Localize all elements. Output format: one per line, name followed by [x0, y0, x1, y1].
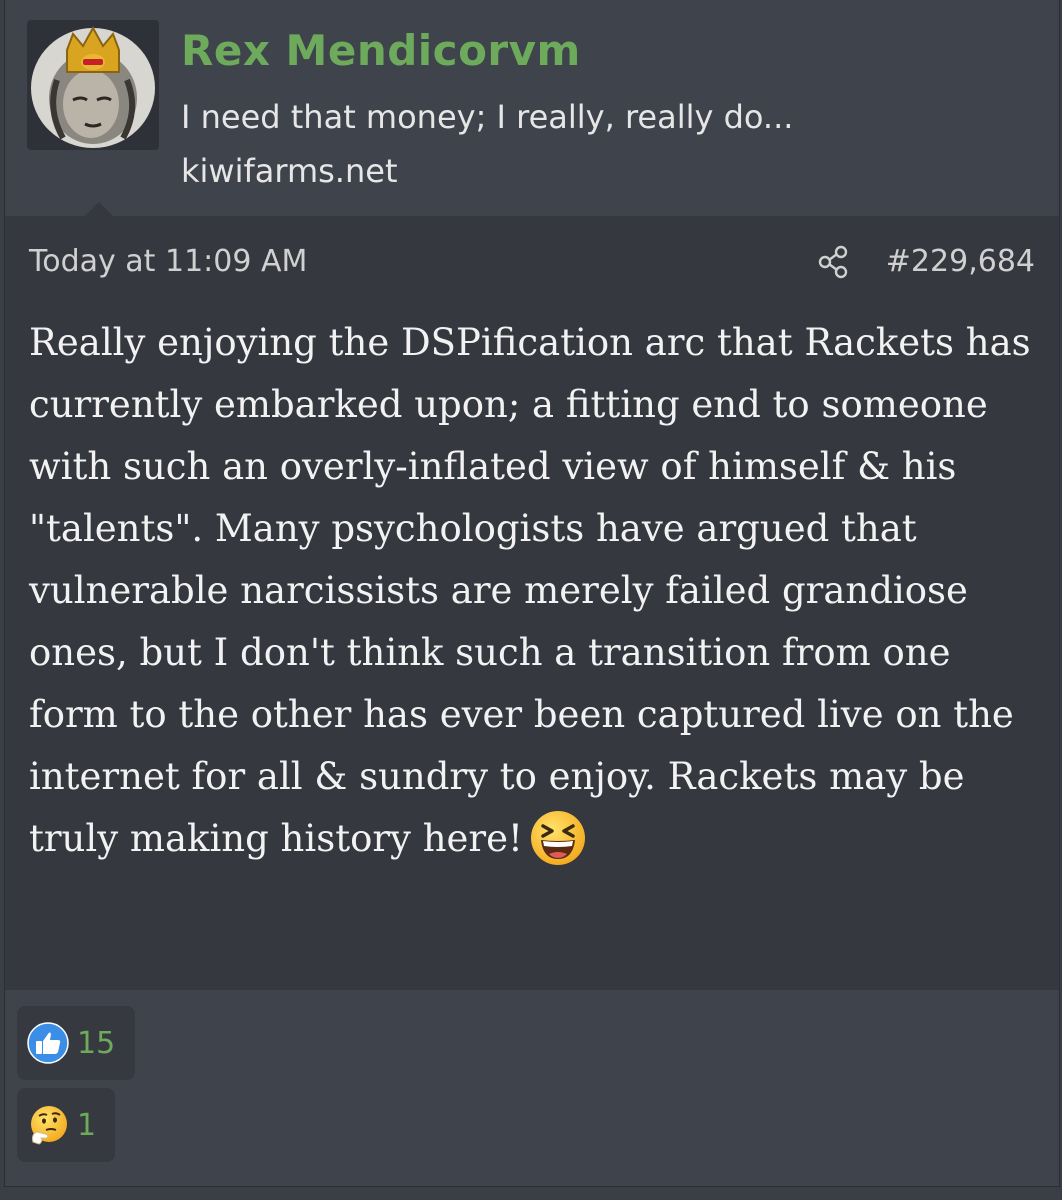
- post-text-content: Really enjoying the DSPification arc tha…: [29, 321, 1031, 860]
- username[interactable]: Rex Mendicorvm: [181, 26, 581, 75]
- user-site: kiwifarms.net: [181, 152, 398, 190]
- user-header: Rex Mendicorvm I need that money; I real…: [5, 0, 1059, 218]
- post-number[interactable]: #229,684: [886, 244, 1035, 279]
- thinking-emoji-icon: [31, 1106, 67, 1145]
- user-title: I need that money; I really, really do..…: [181, 98, 794, 136]
- share-icon[interactable]: [815, 244, 851, 280]
- reaction-like-count: 15: [77, 1025, 116, 1061]
- laughing-emoji: [530, 810, 585, 865]
- thumbs-up-icon: [27, 1022, 69, 1064]
- post-footer: 15 1: [5, 990, 1059, 1186]
- avatar-image: [31, 25, 155, 148]
- forum-post: Rex Mendicorvm I need that money; I real…: [4, 0, 1060, 1187]
- reaction-thinking[interactable]: 1: [17, 1088, 115, 1162]
- avatar[interactable]: [27, 20, 159, 150]
- post-body: Today at 11:09 AM #229,684 Really enjoyi…: [5, 216, 1059, 990]
- reaction-like[interactable]: 15: [17, 1006, 135, 1080]
- post-text: Really enjoying the DSPification arc tha…: [29, 312, 1049, 871]
- post-date[interactable]: Today at 11:09 AM: [29, 244, 307, 279]
- reaction-thinking-count: 1: [77, 1107, 97, 1143]
